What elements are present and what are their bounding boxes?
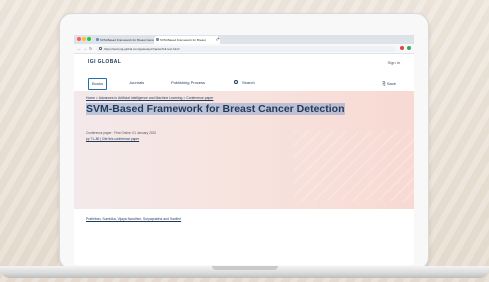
save-label: Save [386, 81, 396, 86]
nav-journals[interactable]: Journals [126, 78, 147, 88]
browser-tab-active[interactable]: SVM-Based Framework for Breast × [154, 36, 220, 44]
address-bar-url: https://www.igi-global.com/gateway/chapt… [104, 46, 180, 51]
site-nav: Books Journals Publishing Process Search… [74, 76, 414, 92]
save-button[interactable]: ⎘ Save [383, 79, 396, 89]
tab-label: SVM-Based Framework for Breast Cancer [100, 38, 157, 42]
nav-books[interactable]: Books [88, 78, 108, 90]
minimize-window-dot-icon[interactable] [82, 37, 86, 41]
browser-tab[interactable]: SVM-Based Framework for Breast Cancer × [94, 36, 158, 44]
article-meta: Conference paper · First Online: 01 Janu… [86, 131, 157, 135]
hero-pattern [294, 131, 414, 201]
forward-arrow-icon[interactable]: → [83, 45, 87, 52]
maximize-window-dot-icon[interactable] [87, 37, 91, 41]
address-bar[interactable]: https://www.igi-global.com/gateway/chapt… [96, 45, 396, 52]
browser-tab-bar: SVM-Based Framework for Breast Cancer × … [74, 35, 414, 44]
profile-icon[interactable] [407, 46, 411, 50]
new-tab-icon[interactable]: + [217, 35, 220, 44]
reload-icon[interactable]: ↻ [89, 45, 92, 52]
tab-favicon-icon [96, 38, 99, 41]
back-arrow-icon[interactable]: ← [77, 45, 81, 52]
laptop-screen: SVM-Based Framework for Breast Cancer × … [74, 35, 414, 265]
tab-label: SVM-Based Framework for Breast [160, 38, 206, 42]
bookmark-icon: ⎘ [382, 81, 386, 86]
close-window-dot-icon[interactable] [77, 37, 81, 41]
sign-in-link[interactable]: Sign In [388, 60, 400, 65]
page-title-text: SVM-Based Framework for Breast Cancer De… [86, 103, 345, 115]
tab-favicon-icon [156, 38, 159, 41]
authors-link[interactable]: Prathiban, Sumbika, Vijaya Nandhini, Sur… [86, 217, 181, 221]
citation-line: pp 71–80 | Cite this conference paper [86, 137, 139, 141]
authors-list: Prathiban, Sumbika, Vijaya Nandhini, Sur… [86, 217, 181, 221]
cite-link[interactable]: pp 71–80 | Cite this conference paper [86, 137, 139, 141]
extension-icon[interactable] [400, 46, 404, 50]
nav-publishing-process[interactable]: Publishing Process [168, 78, 208, 88]
nav-search[interactable]: Search [239, 78, 258, 88]
site-header: IGI GLOBAL Sign In [74, 54, 414, 76]
lock-icon [99, 47, 102, 50]
laptop-notch [212, 266, 278, 270]
article-hero: Home > Advances in Artificial Intelligen… [74, 91, 414, 209]
browser-toolbar: ← → ↻ https://www.igi-global.com/gateway… [74, 44, 414, 54]
site-logo[interactable]: IGI GLOBAL [88, 59, 121, 65]
breadcrumb[interactable]: Home > Advances in Artificial Intelligen… [86, 96, 213, 100]
page-title: SVM-Based Framework for Breast Cancer De… [86, 103, 346, 116]
search-icon[interactable] [234, 80, 238, 84]
